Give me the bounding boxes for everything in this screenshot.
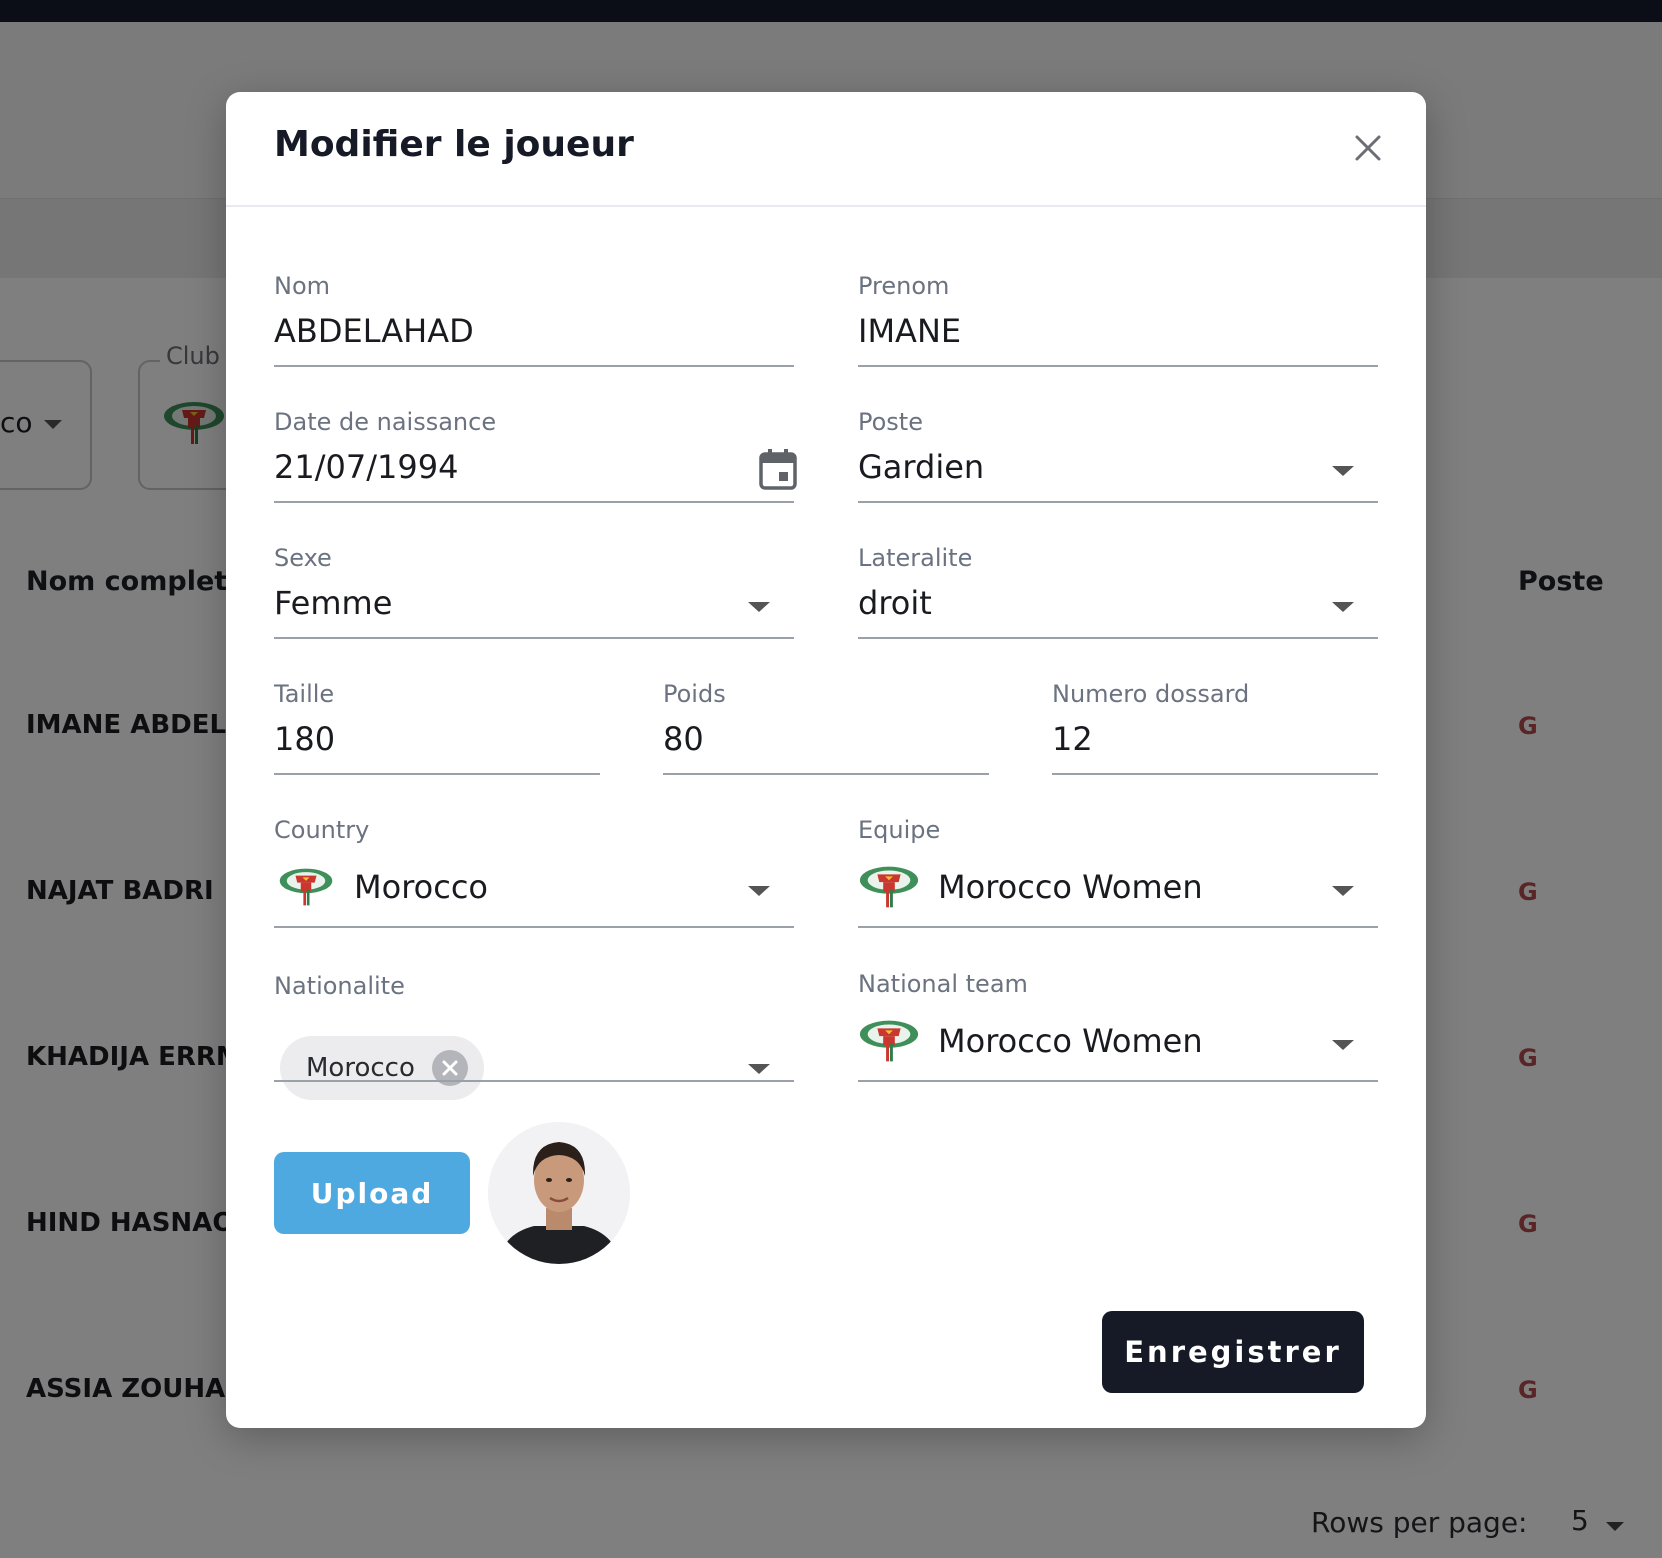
edit-player-dialog: Modifier le joueur Nom ABDELAHAD Prenom … xyxy=(226,92,1426,1428)
save-button[interactable]: Enregistrer xyxy=(1102,1311,1364,1393)
dialog-header: Modifier le joueur xyxy=(226,92,1426,207)
numero-dossard-field[interactable]: Numero dossard 12 xyxy=(1052,680,1378,775)
poids-label: Poids xyxy=(663,680,726,708)
morocco-federation-logo xyxy=(279,868,333,906)
taille-field[interactable]: Taille 180 xyxy=(274,680,600,775)
numero-dossard-label: Numero dossard xyxy=(1052,680,1250,708)
underline xyxy=(1052,773,1378,775)
nationalite-label: Nationalite xyxy=(274,972,405,1000)
underline xyxy=(858,1080,1378,1082)
underline xyxy=(274,365,794,367)
lateralite-label: Lateralite xyxy=(858,544,973,572)
poids-input[interactable]: 80 xyxy=(663,720,704,758)
equipe-value: Morocco Women xyxy=(938,868,1203,906)
chevron-down-icon[interactable] xyxy=(1332,466,1354,476)
chevron-down-icon[interactable] xyxy=(1332,602,1354,612)
underline xyxy=(858,365,1378,367)
date-naissance-field[interactable]: Date de naissance 21/07/1994 xyxy=(274,408,797,503)
national-team-value: Morocco Women xyxy=(938,1022,1203,1060)
underline xyxy=(858,637,1378,639)
underline xyxy=(858,926,1378,928)
chevron-down-icon[interactable] xyxy=(748,1064,770,1074)
underline xyxy=(274,637,794,639)
lateralite-select[interactable]: Lateralite droit xyxy=(858,544,1378,639)
calendar-icon[interactable] xyxy=(758,448,798,490)
poste-value: Gardien xyxy=(858,448,985,486)
prenom-label: Prenom xyxy=(858,272,950,300)
country-value: Morocco xyxy=(354,868,488,906)
nationalite-multiselect[interactable]: Nationalite Morocco xyxy=(274,972,794,1100)
underline xyxy=(274,1080,794,1082)
lateralite-value: droit xyxy=(858,584,932,622)
underline xyxy=(274,501,794,503)
national-team-label: National team xyxy=(858,970,1028,998)
equipe-label: Equipe xyxy=(858,816,941,844)
prenom-field[interactable]: Prenom IMANE xyxy=(858,272,1378,367)
date-naissance-label: Date de naissance xyxy=(274,408,497,436)
nationalite-chip[interactable]: Morocco xyxy=(280,1036,484,1100)
morocco-federation-logo xyxy=(859,866,919,908)
country-label: Country xyxy=(274,816,370,844)
chevron-down-icon[interactable] xyxy=(748,886,770,896)
close-icon[interactable] xyxy=(1348,128,1388,168)
sexe-label: Sexe xyxy=(274,544,332,572)
chevron-down-icon[interactable] xyxy=(1332,1040,1354,1050)
upload-button[interactable]: Upload xyxy=(274,1152,470,1234)
top-app-bar xyxy=(0,0,1662,22)
underline xyxy=(663,773,989,775)
chevron-down-icon[interactable] xyxy=(748,602,770,612)
taille-input[interactable]: 180 xyxy=(274,720,335,758)
player-photo xyxy=(488,1122,630,1264)
national-team-select[interactable]: National team Morocco Women xyxy=(858,970,1378,1082)
morocco-federation-logo xyxy=(859,1020,919,1062)
underline xyxy=(274,773,600,775)
avatar xyxy=(488,1122,630,1264)
poste-label: Poste xyxy=(858,408,923,436)
chip-label: Morocco xyxy=(306,1053,415,1083)
equipe-select[interactable]: Equipe Morocco Women xyxy=(858,816,1378,928)
poste-select[interactable]: Poste Gardien xyxy=(858,408,1378,503)
underline xyxy=(858,501,1378,503)
country-select[interactable]: Country Morocco xyxy=(274,816,794,928)
dialog-title: Modifier le joueur xyxy=(274,124,634,165)
prenom-input[interactable]: IMANE xyxy=(858,312,961,350)
nom-input[interactable]: ABDELAHAD xyxy=(274,312,474,350)
taille-label: Taille xyxy=(274,680,335,708)
nom-label: Nom xyxy=(274,272,331,300)
nom-field[interactable]: Nom ABDELAHAD xyxy=(274,272,794,367)
chevron-down-icon[interactable] xyxy=(1332,886,1354,896)
date-naissance-input[interactable]: 21/07/1994 xyxy=(274,448,458,486)
sexe-value: Femme xyxy=(274,584,393,622)
underline xyxy=(274,926,794,928)
numero-dossard-input[interactable]: 12 xyxy=(1052,720,1093,758)
sexe-select[interactable]: Sexe Femme xyxy=(274,544,794,639)
poids-field[interactable]: Poids 80 xyxy=(663,680,989,775)
